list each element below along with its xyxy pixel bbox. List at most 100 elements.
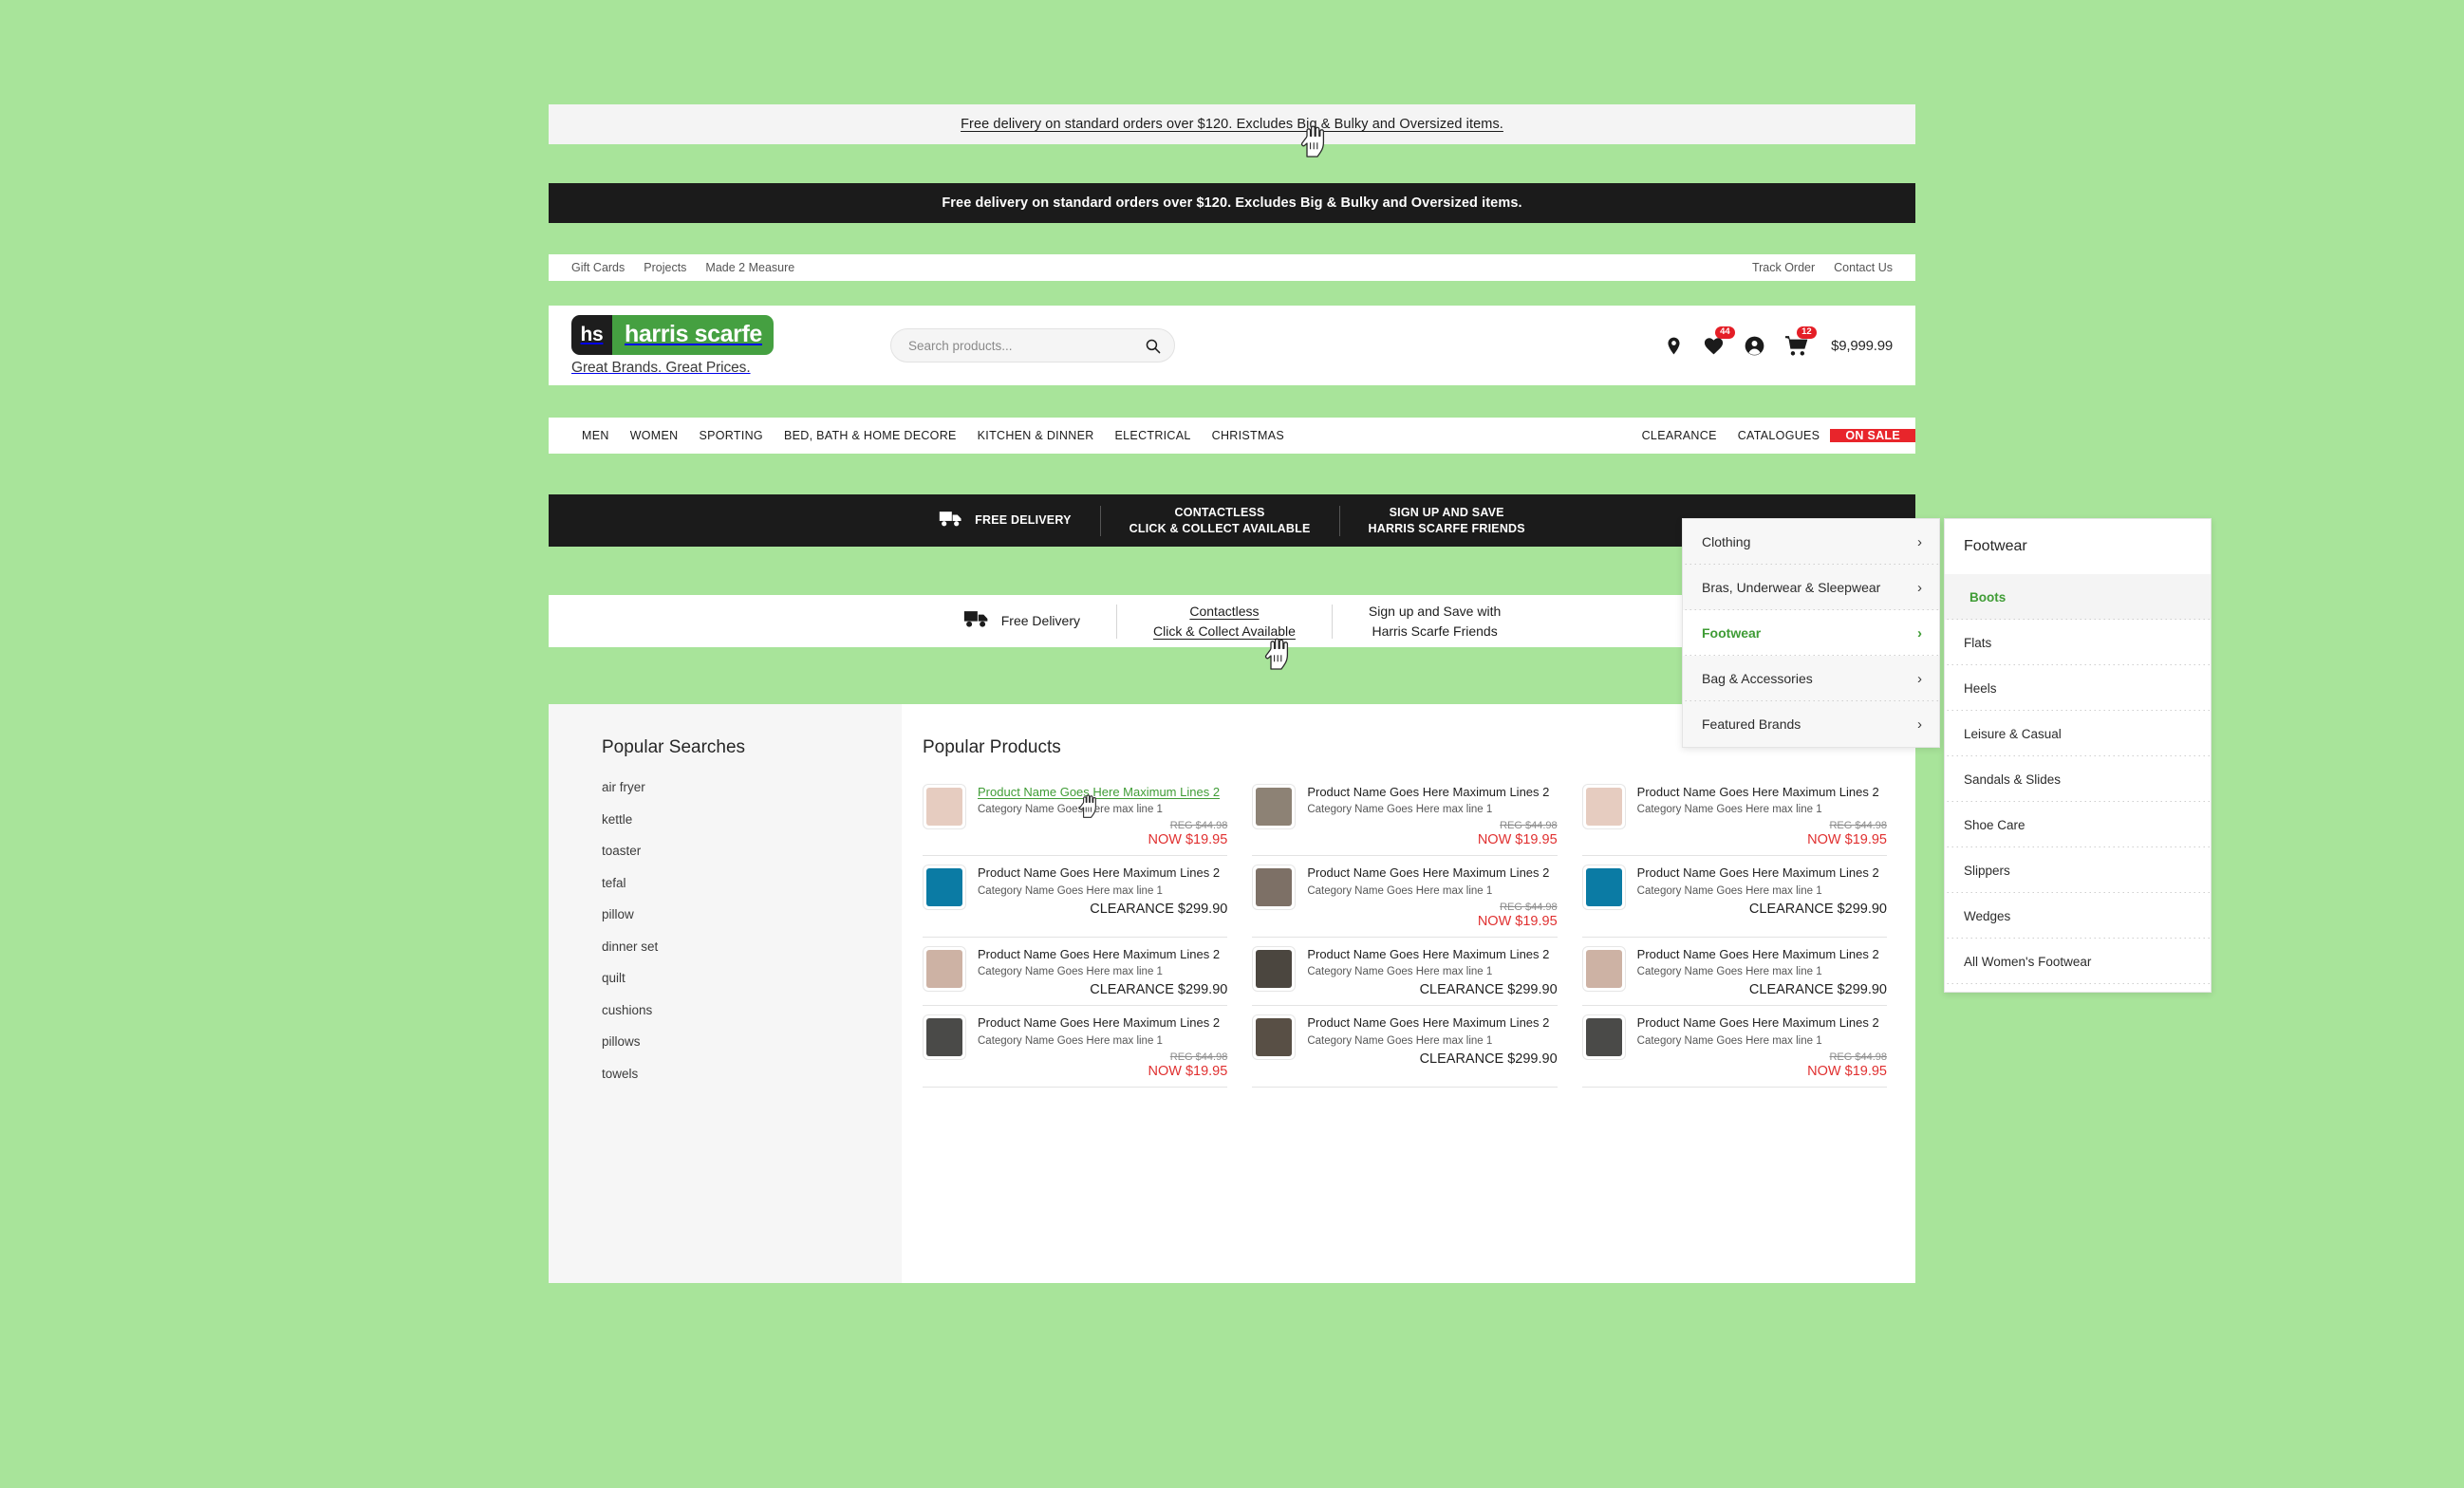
feature-light-contactless-link[interactable]: Contactless Click & Collect Available — [1117, 602, 1332, 641]
product-thumbnail — [1252, 784, 1297, 829]
product-card[interactable]: Product Name Goes Here Maximum Lines 2 Ca… — [1581, 1006, 1887, 1088]
header-icon-group: 44 12 $9,999.99 — [1664, 326, 1893, 357]
menu-level2-item[interactable]: Sandals & Slides — [1945, 756, 2211, 802]
popular-search-link[interactable]: quilt — [602, 971, 625, 985]
product-thumbnail — [923, 865, 966, 911]
nav-item-sporting[interactable]: SPORTING — [689, 429, 774, 442]
search-bar[interactable] — [890, 328, 1175, 363]
list-item: air fryer — [602, 779, 902, 796]
product-regular-price: REG $44.98 — [1169, 820, 1228, 832]
product-name-link[interactable]: Product Name Goes Here Maximum Lines 2 — [1307, 784, 1557, 801]
product-card[interactable]: Product Name Goes Here Maximum Lines 2 Ca… — [923, 1006, 1228, 1088]
product-card[interactable]: Product Name Goes Here Maximum Lines 2 Ca… — [1581, 938, 1887, 1007]
cart-icon[interactable]: 12 — [1784, 326, 1817, 357]
menu-level2-item[interactable]: Leisure & Casual — [1945, 711, 2211, 756]
product-price-block: CLEARANCE $299.90 — [1637, 902, 1887, 917]
brand-logo[interactable]: hs harris scarfe Great Brands. Great Pri… — [571, 314, 809, 377]
popular-search-link[interactable]: toaster — [602, 844, 641, 858]
nav-item-men[interactable]: MEN — [571, 429, 620, 442]
menu-level2-item[interactable]: Slippers — [1945, 847, 2211, 893]
product-card[interactable]: Product Name Goes Here Maximum Lines 2 Ca… — [1581, 775, 1887, 857]
feature-dark-contactless: CONTACTLESS CLICK & COLLECT AVAILABLE — [1101, 505, 1339, 537]
product-card[interactable]: Product Name Goes Here Maximum Lines 2 Ca… — [1252, 1006, 1558, 1088]
nav-item-bed-bath-home-decore[interactable]: BED, BATH & HOME DECORE — [774, 429, 967, 442]
product-clearance-price: CLEARANCE $299.90 — [1090, 982, 1228, 998]
product-card[interactable]: Product Name Goes Here Maximum Lines 2 Ca… — [1252, 856, 1558, 938]
product-now-price: NOW $19.95 — [1148, 1063, 1228, 1079]
popular-search-link[interactable]: pillows — [602, 1034, 641, 1049]
promo-banner-dark-text: Free delivery on standard orders over $1… — [942, 195, 1522, 211]
menu-level1-item[interactable]: Bras, Underwear & Sleepwear › — [1683, 565, 1939, 610]
chevron-right-icon: › — [1917, 533, 1922, 550]
account-icon[interactable] — [1744, 335, 1765, 357]
product-name-link[interactable]: Product Name Goes Here Maximum Lines 2 — [1307, 1014, 1557, 1032]
utility-link-contact-us[interactable]: Contact Us — [1834, 261, 1893, 274]
chevron-right-icon: › — [1917, 716, 1922, 733]
utility-nav: Gift Cards Projects Made 2 Measure Track… — [549, 254, 1915, 281]
menu-level2-item[interactable]: Boots — [1945, 574, 2211, 620]
nav-item-kitchen-dinner[interactable]: KITCHEN & DINNER — [967, 429, 1105, 442]
promo-banner-light-link[interactable]: Free delivery on standard orders over $1… — [961, 117, 1503, 132]
product-name-link[interactable]: Product Name Goes Here Maximum Lines 2 — [1637, 1014, 1887, 1032]
product-name-link[interactable]: Product Name Goes Here Maximum Lines 2 — [978, 1014, 1227, 1032]
page-root: Free delivery on standard orders over $1… — [0, 0, 2464, 1488]
product-card[interactable]: Product Name Goes Here Maximum Lines 2 Ca… — [923, 938, 1228, 1007]
utility-nav-right: Track Order Contact Us — [1752, 261, 1893, 274]
menu-level2-item[interactable]: All Women's Footwear — [1945, 939, 2211, 984]
menu-level1-item[interactable]: Clothing › — [1683, 519, 1939, 565]
nav-item-christmas[interactable]: CHRISTMAS — [1202, 429, 1295, 442]
product-card[interactable]: Product Name Goes Here Maximum Lines 2 Ca… — [1252, 938, 1558, 1007]
utility-link-track-order[interactable]: Track Order — [1752, 261, 1815, 274]
product-name-link[interactable]: Product Name Goes Here Maximum Lines 2 — [1307, 865, 1557, 882]
nav-item-catalogues[interactable]: CATALOGUES — [1727, 429, 1831, 442]
menu-level2-item[interactable]: Shoe Care — [1945, 802, 2211, 847]
product-grid: Product Name Goes Here Maximum Lines 2 Ca… — [923, 775, 1887, 1088]
menu-level2-item[interactable]: Wedges — [1945, 893, 2211, 939]
popular-search-link[interactable]: air fryer — [602, 780, 645, 794]
utility-link-made-2-measure[interactable]: Made 2 Measure — [705, 261, 794, 274]
chevron-right-icon: › — [1917, 579, 1922, 596]
product-regular-price: REG $44.98 — [1500, 901, 1558, 913]
list-item: quilt — [602, 970, 902, 987]
nav-item-electrical[interactable]: ELECTRICAL — [1105, 429, 1202, 442]
product-body: Product Name Goes Here Maximum Lines 2 Ca… — [1637, 946, 1887, 997]
masthead: hs harris scarfe Great Brands. Great Pri… — [549, 306, 1915, 385]
search-icon[interactable] — [1145, 338, 1161, 354]
menu-level1-item[interactable]: Featured Brands › — [1683, 701, 1939, 747]
product-name-link[interactable]: Product Name Goes Here Maximum Lines 2 — [978, 784, 1227, 801]
nav-item-clearance[interactable]: CLEARANCE — [1632, 429, 1727, 442]
menu-level2-item[interactable]: Flats — [1945, 620, 2211, 665]
menu-level1-item[interactable]: Footwear › — [1683, 610, 1939, 656]
popular-search-link[interactable]: towels — [602, 1067, 638, 1081]
menu-level2-item[interactable]: Heels — [1945, 665, 2211, 711]
popular-search-link[interactable]: dinner set — [602, 939, 658, 954]
popular-search-link[interactable]: pillow — [602, 907, 634, 921]
popular-search-link[interactable]: kettle — [602, 812, 632, 827]
list-item: kettle — [602, 811, 902, 828]
popular-search-link[interactable]: cushions — [602, 1003, 652, 1017]
wishlist-icon[interactable]: 44 — [1703, 326, 1735, 357]
product-name-link[interactable]: Product Name Goes Here Maximum Lines 2 — [1307, 946, 1557, 963]
product-category: Category Name Goes Here max line 1 — [1636, 966, 1822, 978]
product-name-link[interactable]: Product Name Goes Here Maximum Lines 2 — [978, 946, 1227, 963]
product-name-link[interactable]: Product Name Goes Here Maximum Lines 2 — [1637, 946, 1887, 963]
nav-item-women[interactable]: WOMEN — [620, 429, 689, 442]
product-card[interactable]: Product Name Goes Here Maximum Lines 2 Ca… — [923, 775, 1228, 857]
product-card[interactable]: Product Name Goes Here Maximum Lines 2 Ca… — [1252, 775, 1558, 857]
product-name-link[interactable]: Product Name Goes Here Maximum Lines 2 — [1637, 865, 1887, 882]
product-body: Product Name Goes Here Maximum Lines 2 Ca… — [1307, 865, 1557, 928]
product-regular-price: REG $44.98 — [1829, 820, 1887, 832]
nav-item-on-sale[interactable]: ON SALE — [1830, 429, 1915, 442]
utility-nav-left: Gift Cards Projects Made 2 Measure — [571, 261, 794, 274]
store-locator-icon[interactable] — [1664, 336, 1684, 356]
product-name-link[interactable]: Product Name Goes Here Maximum Lines 2 — [1637, 784, 1887, 801]
search-input[interactable] — [908, 338, 1145, 353]
menu-level1-item[interactable]: Bag & Accessories › — [1683, 656, 1939, 701]
product-card[interactable]: Product Name Goes Here Maximum Lines 2 Ca… — [1581, 856, 1887, 938]
product-name-link[interactable]: Product Name Goes Here Maximum Lines 2 — [978, 865, 1227, 882]
menu-level1-item-label: Footwear — [1702, 625, 1762, 641]
utility-link-projects[interactable]: Projects — [644, 261, 686, 274]
product-card[interactable]: Product Name Goes Here Maximum Lines 2 Ca… — [923, 856, 1228, 938]
utility-link-gift-cards[interactable]: Gift Cards — [571, 261, 625, 274]
popular-search-link[interactable]: tefal — [602, 876, 626, 890]
